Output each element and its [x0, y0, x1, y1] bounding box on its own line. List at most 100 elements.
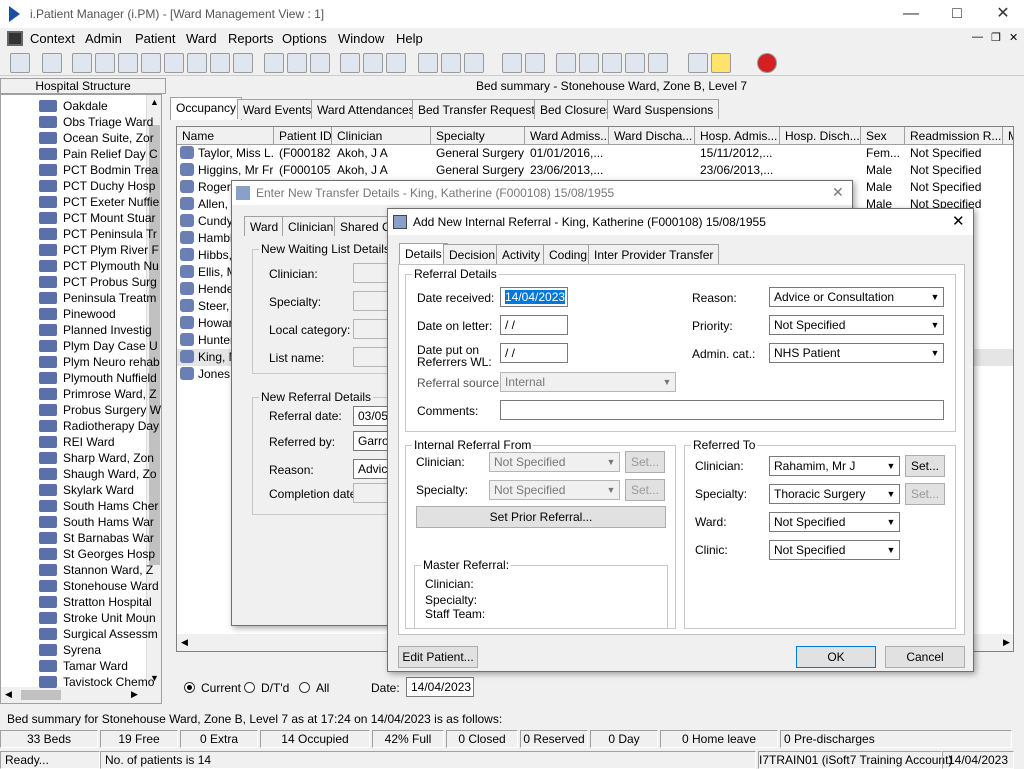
date-received-field[interactable]: 14/04/2023	[500, 287, 568, 307]
date-put-on-wl-field[interactable]: / /	[500, 343, 568, 363]
screen-icon[interactable]	[310, 53, 330, 73]
tree-item[interactable]: Stannon Ward, Z	[39, 563, 153, 579]
transfer-tab-ward[interactable]: Ward	[244, 216, 285, 236]
refresh-list-icon[interactable]	[648, 53, 668, 73]
bed-icon[interactable]	[441, 53, 461, 73]
tree-item[interactable]: Planned Investig	[39, 323, 152, 339]
tree-item[interactable]: Plym Neuro rehab	[39, 355, 160, 371]
admin-cat-select[interactable]: NHS Patient ▼	[769, 343, 944, 363]
filter-current-radio[interactable]	[184, 682, 195, 693]
column-header[interactable]: Ward Admiss...	[525, 127, 609, 145]
list-icon[interactable]	[418, 53, 438, 73]
priority-select[interactable]: Not Specified ▼	[769, 315, 944, 335]
from-clinician-select[interactable]: Not Specified ▼	[489, 452, 620, 472]
menu-help[interactable]: Help	[396, 31, 423, 46]
column-header[interactable]: Patient ID	[274, 127, 332, 145]
ward-icon[interactable]	[464, 53, 484, 73]
to-clinician-set-button[interactable]: Set...	[905, 455, 945, 477]
referral-icon[interactable]	[363, 53, 383, 73]
tree-item[interactable]: Sharp Ward, Zon	[39, 451, 154, 467]
tree-item[interactable]: Oakdale	[39, 99, 108, 115]
tree-item[interactable]: PCT Bodmin Trea	[39, 163, 158, 179]
tree-item[interactable]: PCT Mount Stuar	[39, 211, 155, 227]
cancel-button[interactable]: Cancel	[885, 646, 965, 668]
notes-icon[interactable]	[187, 53, 207, 73]
book-icon[interactable]	[72, 53, 92, 73]
no-edit-icon[interactable]	[264, 53, 284, 73]
referral-source-select[interactable]: Internal ▼	[500, 372, 676, 392]
ok-button[interactable]: OK	[796, 646, 876, 668]
clock-icon[interactable]	[287, 53, 307, 73]
green-arrow-icon[interactable]	[625, 53, 645, 73]
tree-item[interactable]: PCT Probus Surg	[39, 275, 157, 291]
chart-icon[interactable]	[525, 53, 545, 73]
tree-item[interactable]: South Hams Cher	[39, 499, 158, 515]
tab-decision[interactable]: Decision	[443, 244, 502, 264]
tree-item[interactable]: Stonehouse Ward	[39, 579, 159, 595]
tree-item[interactable]: Primrose Ward, Z	[39, 387, 157, 403]
column-header[interactable]: Name	[177, 127, 274, 145]
transfer-icon[interactable]	[233, 53, 253, 73]
comments-field[interactable]	[500, 400, 944, 420]
tree-item[interactable]: Obs Triage Ward	[39, 115, 153, 131]
tree-item[interactable]: PCT Exeter Nuffie	[39, 195, 159, 211]
filter-all-radio[interactable]	[299, 682, 310, 693]
tree-item[interactable]: Tavistock Chemo	[39, 675, 154, 691]
transfer-close-icon[interactable]: ✕	[832, 184, 844, 201]
tree-item[interactable]: St Barnabas War	[39, 531, 154, 547]
table-row[interactable]: Higgins, Mr Fr... (F000105) Akoh, J A Gener…	[177, 162, 1013, 179]
transfer-tab-clinician[interactable]: Clinician	[282, 216, 340, 236]
column-header[interactable]: M	[1003, 127, 1013, 145]
exit-icon[interactable]	[757, 53, 777, 73]
hscroll-thumb[interactable]	[21, 690, 61, 700]
column-header[interactable]: Hosp. Admis...	[695, 127, 780, 145]
reason-select[interactable]: Advice or Consultation ▼	[769, 287, 944, 307]
close-icon[interactable]: ✕	[980, 0, 1024, 28]
menu-admin[interactable]: Admin	[85, 31, 122, 46]
to-ward-select[interactable]: Not Specified ▼	[769, 512, 900, 532]
mdi-minimize-icon[interactable]: —	[972, 31, 983, 43]
date-on-letter-field[interactable]: / /	[500, 315, 568, 335]
column-header[interactable]: Hosp. Disch...	[780, 127, 861, 145]
to-clinic-select[interactable]: Not Specified ▼	[769, 540, 900, 560]
person-icon[interactable]	[164, 53, 184, 73]
referral-close-icon[interactable]: ✕	[952, 212, 965, 230]
tree-item[interactable]: South Hams War	[39, 515, 154, 531]
tree-item[interactable]: Syrena	[39, 643, 101, 659]
tree-item[interactable]: Tamar Ward	[39, 659, 128, 675]
tab-coding[interactable]: Coding	[543, 244, 594, 264]
menu-context[interactable]: Context	[30, 31, 75, 46]
tree-item[interactable]: Plym Day Case U	[39, 339, 158, 355]
tree-item[interactable]: Skylark Ward	[39, 483, 134, 499]
waiting-list-icon[interactable]	[340, 53, 360, 73]
scroll-up-icon[interactable]: ▲	[150, 97, 159, 107]
tree-item[interactable]: Pinewood	[39, 307, 116, 323]
menu-patient[interactable]: Patient	[135, 31, 175, 46]
mdi-close-icon[interactable]: ✕	[1009, 31, 1018, 44]
tools-icon[interactable]	[688, 53, 708, 73]
tree-item[interactable]: PCT Peninsula Tr	[39, 227, 157, 243]
appointment-icon[interactable]	[386, 53, 406, 73]
letter-m-icon[interactable]	[141, 53, 161, 73]
tree-item[interactable]: Stratton Hospital	[39, 595, 152, 611]
patient-search-icon[interactable]	[10, 53, 30, 73]
tab-details[interactable]: Details	[399, 243, 448, 265]
to-clinician-select[interactable]: Rahamim, Mr J ▼	[769, 456, 900, 476]
grid-scroll-left-icon[interactable]: ◀	[181, 637, 188, 648]
tree-item[interactable]: Shaugh Ward, Zo	[39, 467, 157, 483]
warning-icon[interactable]	[711, 53, 731, 73]
tree-item[interactable]: Radiotherapy Day	[39, 419, 159, 435]
mdi-restore-icon[interactable]: ❐	[991, 31, 1001, 44]
edit-patient-button[interactable]: Edit Patient...	[398, 646, 478, 668]
filter-dtd-radio[interactable]	[244, 682, 255, 693]
ward-tab[interactable]: Bed Closures	[534, 99, 619, 119]
checklist-icon[interactable]	[579, 53, 599, 73]
document-icon[interactable]	[7, 31, 23, 46]
menu-window[interactable]: Window	[338, 31, 384, 46]
table-row[interactable]: Taylor, Miss L... (F000182) Akoh, J A Gener…	[177, 145, 1013, 162]
verify-icon[interactable]	[602, 53, 622, 73]
tree-item[interactable]: Stroke Unit Moun	[39, 611, 156, 627]
tree-item[interactable]: Surgical Assessm	[39, 627, 158, 643]
from-clinician-set-button[interactable]: Set...	[625, 451, 665, 473]
filter-date-field[interactable]: 14/04/2023	[406, 677, 474, 697]
